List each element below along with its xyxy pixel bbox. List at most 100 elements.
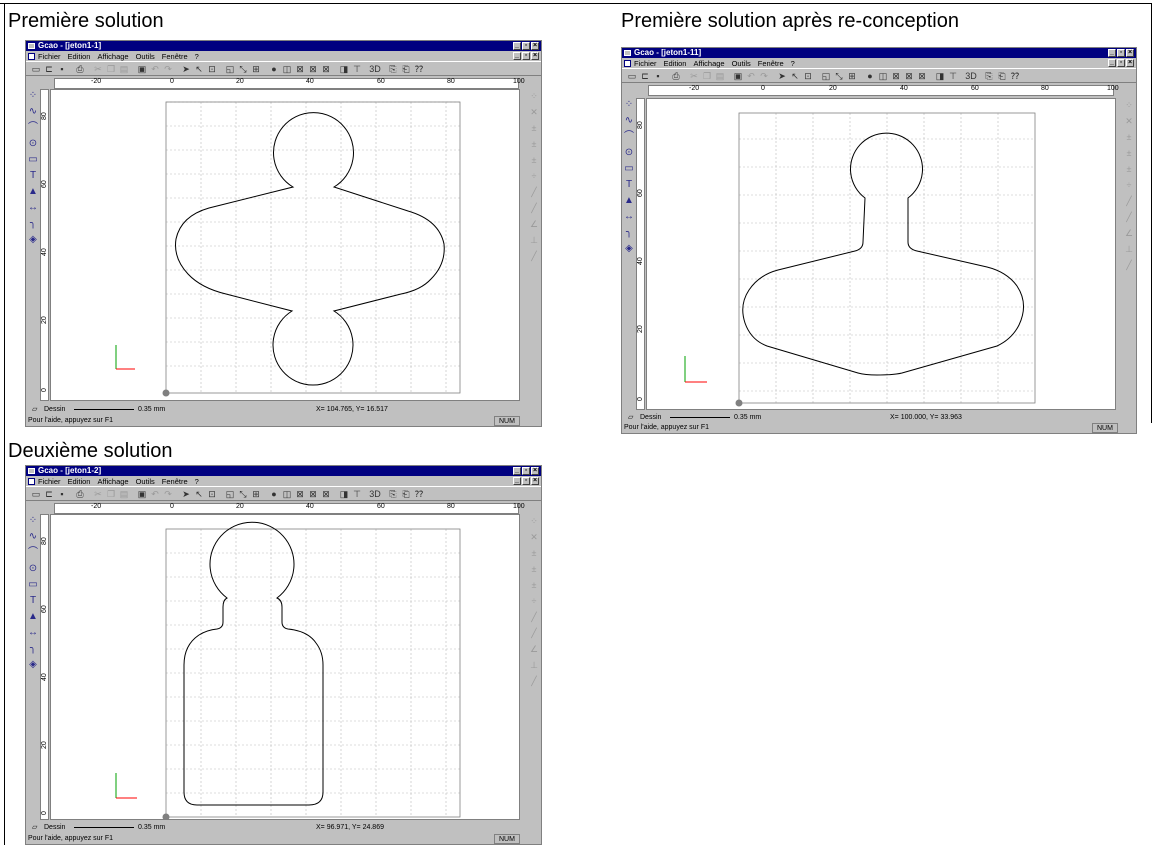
fill-icon[interactable]: ◈ [27, 233, 39, 247]
view-xy-icon[interactable]: ⊠ [890, 70, 902, 82]
zoom-icon[interactable]: ⊡ [802, 70, 814, 82]
layer-name[interactable]: Dessin [44, 823, 65, 833]
export-icon[interactable]: ⎗ [400, 63, 412, 75]
properties-icon[interactable]: ▣ [136, 63, 148, 75]
snap-icon[interactable]: ⊤ [351, 63, 363, 75]
menu-outils[interactable]: Outils [136, 477, 155, 486]
zoom-extents-icon[interactable]: ⤡ [237, 63, 249, 75]
line-c-icon[interactable]: ∠ [528, 642, 540, 656]
move-x-icon[interactable]: ± [528, 121, 540, 135]
menu-fichier[interactable]: Fichier [38, 52, 61, 61]
scale-icon[interactable]: ÷ [528, 169, 540, 183]
close-button[interactable]: × [1126, 49, 1134, 57]
circle-icon[interactable]: ⊙ [27, 562, 39, 576]
line-b-icon[interactable]: ╱ [528, 626, 540, 640]
line-c-icon[interactable]: ∠ [528, 217, 540, 231]
layer-icon[interactable]: ◨ [338, 488, 350, 500]
menu-outils[interactable]: Outils [136, 52, 155, 61]
view-xz-icon[interactable]: ⊠ [307, 63, 319, 75]
token-outline[interactable] [183, 521, 324, 806]
maximize-button[interactable]: ▫ [1117, 49, 1125, 57]
menu-affichage[interactable]: Affichage [693, 59, 724, 68]
redraw-icon[interactable]: ⊞ [250, 488, 262, 500]
move-z-icon[interactable]: ± [528, 578, 540, 592]
close-button[interactable]: × [531, 42, 539, 50]
3d-icon[interactable]: 3D [965, 70, 977, 82]
zoom-window-icon[interactable]: ◱ [820, 70, 832, 82]
print-icon[interactable]: ⎙ [670, 70, 682, 82]
zoom-extents-icon[interactable]: ⤡ [237, 488, 249, 500]
rectangle-icon[interactable]: ▭ [27, 578, 39, 592]
zoom-icon[interactable]: ⊡ [206, 488, 218, 500]
select-icon[interactable]: ➤ [776, 70, 788, 82]
doc-minimize-button[interactable]: _ [1108, 59, 1116, 67]
layer-name[interactable]: Dessin [44, 405, 65, 415]
polyline-icon[interactable]: ∿ [623, 114, 635, 128]
pick-icon[interactable]: ↖ [193, 63, 205, 75]
view-yz-icon[interactable]: ⊠ [320, 63, 332, 75]
fill-icon[interactable]: ◈ [27, 658, 39, 672]
doc-minimize-button[interactable]: _ [513, 477, 521, 485]
export-icon[interactable]: ⎗ [400, 488, 412, 500]
copy-icon[interactable]: ❐ [105, 63, 117, 75]
line-width-value[interactable]: 0.35 mm [734, 413, 761, 423]
properties-icon[interactable]: ▣ [136, 488, 148, 500]
circle-icon[interactable]: ⊙ [623, 146, 635, 160]
redo-icon[interactable]: ↷ [162, 63, 174, 75]
redo-icon[interactable]: ↷ [758, 70, 770, 82]
render-icon[interactable]: ● [268, 63, 280, 75]
paste-icon[interactable]: ▤ [118, 63, 130, 75]
polyline-icon[interactable]: ∿ [27, 105, 39, 119]
doc-close-button[interactable]: × [1126, 59, 1134, 67]
hatch-icon[interactable]: ▲ [27, 185, 39, 199]
move-y-icon[interactable]: ± [528, 137, 540, 151]
print-preview-icon[interactable]: ⎘ [387, 63, 399, 75]
menu-fichier[interactable]: Fichier [38, 477, 61, 486]
menu-fichier[interactable]: Fichier [634, 59, 657, 68]
close-button[interactable]: × [531, 467, 539, 475]
open-icon[interactable]: ⊏ [43, 488, 55, 500]
snap-icon[interactable]: ⊤ [351, 488, 363, 500]
grid-icon[interactable]: ⁘ [528, 89, 540, 103]
select-icon[interactable]: ➤ [180, 488, 192, 500]
line-d-icon[interactable]: ⊥ [1123, 242, 1135, 256]
line-e-icon[interactable]: ╱ [528, 249, 540, 263]
menu-fenetre[interactable]: Fenêtre [758, 59, 784, 68]
point-icon[interactable]: ⁘ [27, 89, 39, 103]
zoom-window-icon[interactable]: ◱ [224, 63, 236, 75]
view-xy-icon[interactable]: ⊠ [294, 63, 306, 75]
menu-affichage[interactable]: Affichage [97, 477, 128, 486]
line-e-icon[interactable]: ╱ [1123, 258, 1135, 272]
line-d-icon[interactable]: ⊥ [528, 658, 540, 672]
open-icon[interactable]: ⊏ [639, 70, 651, 82]
print-icon[interactable]: ⎙ [74, 63, 86, 75]
fillet-icon[interactable]: ╮ [27, 217, 39, 231]
move-x-icon[interactable]: ± [1123, 130, 1135, 144]
view-yz-icon[interactable]: ⊠ [320, 488, 332, 500]
cube-icon[interactable]: ◫ [281, 488, 293, 500]
print-preview-icon[interactable]: ⎘ [983, 70, 995, 82]
doc-restore-button[interactable]: ▫ [522, 477, 530, 485]
new-icon[interactable]: ▭ [30, 488, 42, 500]
line-a-icon[interactable]: ╱ [528, 610, 540, 624]
trim-icon[interactable]: ✕ [528, 105, 540, 119]
minimize-button[interactable]: _ [1108, 49, 1116, 57]
select-icon[interactable]: ➤ [180, 63, 192, 75]
menu-edition[interactable]: Edition [68, 477, 91, 486]
line-b-icon[interactable]: ╱ [528, 201, 540, 215]
move-x-icon[interactable]: ± [528, 546, 540, 560]
redraw-icon[interactable]: ⊞ [846, 70, 858, 82]
save-icon[interactable]: ▪ [652, 70, 664, 82]
line-width-value[interactable]: 0.35 mm [138, 823, 165, 833]
token-outline[interactable] [175, 112, 445, 386]
arc-icon[interactable]: ⌒ [27, 546, 39, 560]
grid-icon[interactable]: ⁘ [1123, 98, 1135, 112]
doc-restore-button[interactable]: ▫ [522, 52, 530, 60]
token-outline[interactable] [742, 132, 1024, 376]
doc-close-button[interactable]: × [531, 52, 539, 60]
render-icon[interactable]: ● [268, 488, 280, 500]
zoom-window-icon[interactable]: ◱ [224, 488, 236, 500]
view-xz-icon[interactable]: ⊠ [903, 70, 915, 82]
export-icon[interactable]: ⎗ [996, 70, 1008, 82]
trim-icon[interactable]: ✕ [528, 530, 540, 544]
